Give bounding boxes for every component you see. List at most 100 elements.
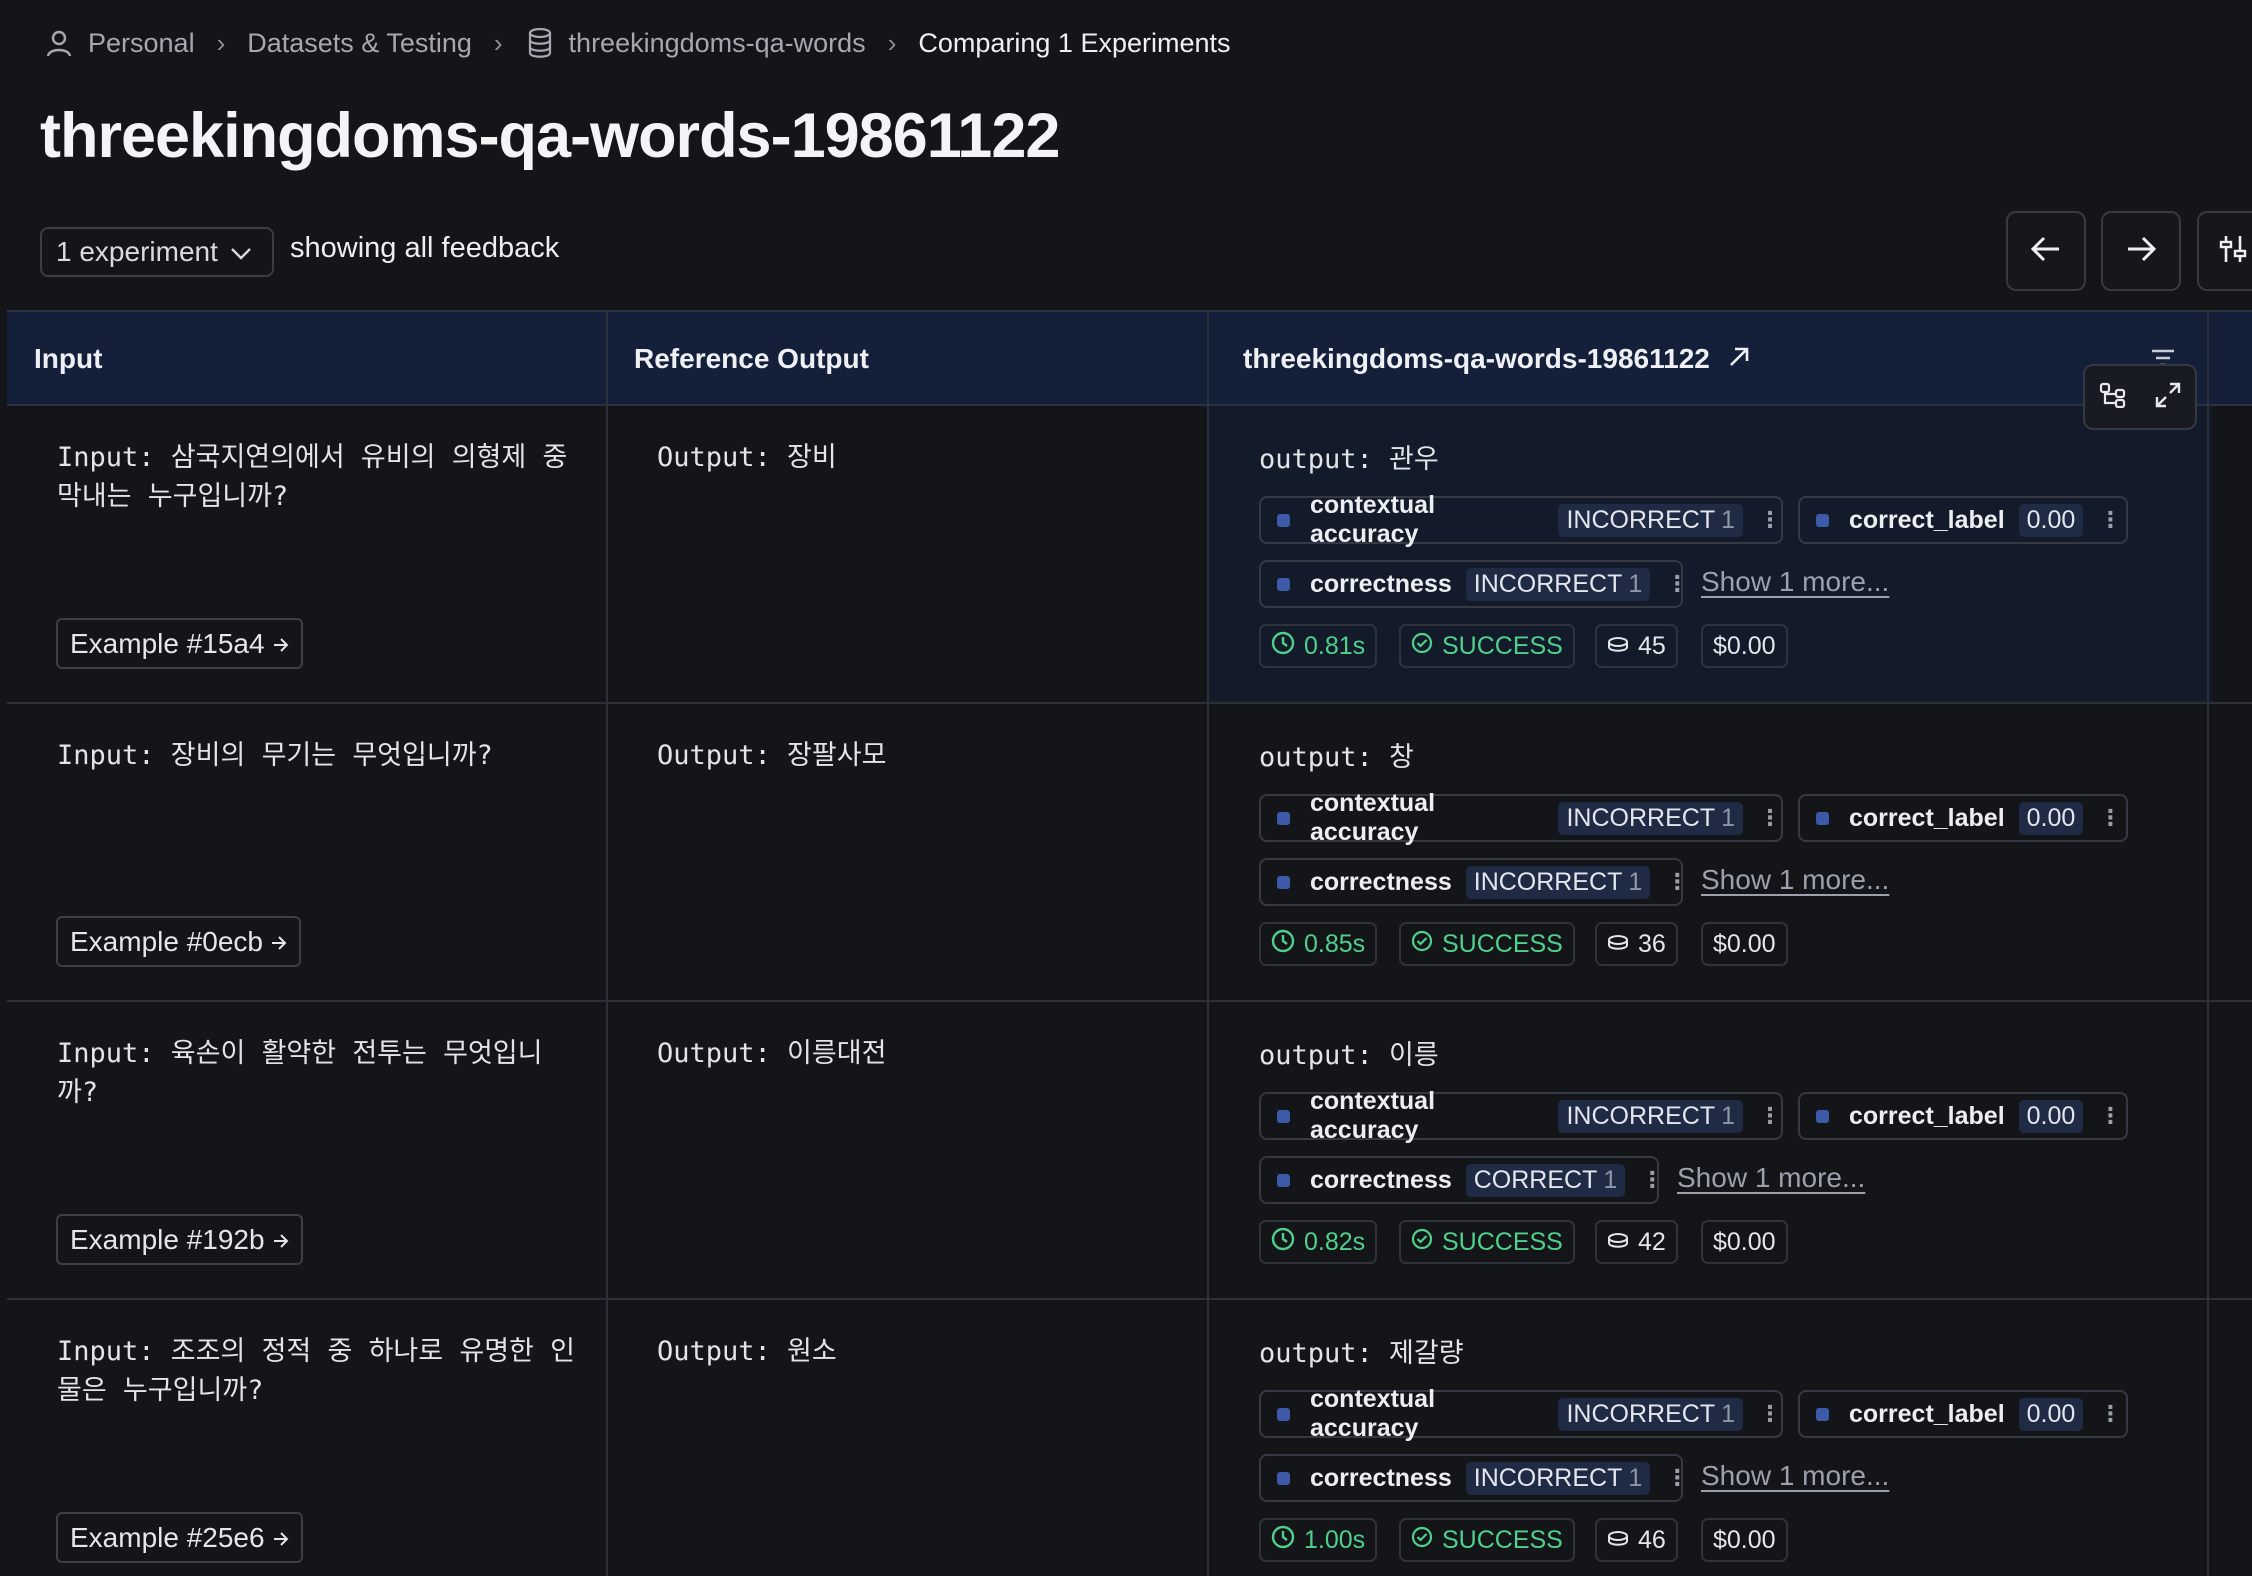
settings-button[interactable] (2197, 211, 2252, 291)
breadcrumb-current: Comparing 1 Experiments (918, 27, 1231, 58)
example-link[interactable]: Example #192b (56, 1214, 303, 1265)
experiment-name: threekingdoms-qa-words-19861122 (1243, 343, 1710, 374)
feedback-value: INCORRECT 1 (1465, 865, 1651, 899)
more-options-icon[interactable]: ⋮ (2099, 1401, 2121, 1427)
feedback-color-marker (1277, 875, 1290, 889)
feedback-count: 1 (1628, 867, 1643, 896)
column-header-reference-output[interactable]: Reference Output (634, 312, 869, 406)
table-row[interactable]: Input: 삼국지연의에서 유비의 의형제 중 막내는 누구입니까? Outp… (7, 406, 2252, 704)
breadcrumb-datasets[interactable]: Datasets & Testing (247, 28, 472, 59)
clock-icon (1271, 929, 1295, 960)
feedback-chip-correct-label[interactable]: correct_label 0.00 ⋮ (1798, 496, 2128, 544)
table-row[interactable]: Input: 육손이 활약한 전투는 무엇입니까? Output: 이릉대전 E… (7, 1002, 2252, 1300)
cost-badge: $0.00 (1701, 1220, 1788, 1264)
feedback-chip-contextual-accuracy[interactable]: contextual accuracy INCORRECT 1 ⋮ (1259, 491, 1783, 548)
more-options-icon[interactable]: ⋮ (1666, 869, 1688, 895)
latency-value: 0.82s (1304, 1227, 1366, 1256)
feedback-chip-correctness[interactable]: correctness INCORRECT 1 ⋮ (1259, 1454, 1688, 1502)
feedback-chip-correctness[interactable]: correctness INCORRECT 1 ⋮ (1259, 560, 1688, 608)
more-options-icon[interactable]: ⋮ (2099, 507, 2121, 533)
feedback-key: correctness (1310, 1165, 1452, 1194)
experiment-output-text: output: 창 (1259, 742, 1414, 773)
feedback-value: INCORRECT 1 (1558, 1397, 1743, 1431)
breadcrumb: Personal › Datasets & Testing › threekin… (44, 22, 1231, 64)
more-options-icon[interactable]: ⋮ (1666, 571, 1688, 597)
feedback-chip-contextual-accuracy[interactable]: contextual accuracy INCORRECT 1 ⋮ (1259, 789, 1783, 846)
experiment-output-cell[interactable]: output: 이릉 contextual accuracy INCORRECT… (1209, 1002, 2212, 1298)
token-count-value: 45 (1638, 631, 1666, 660)
expand-icon[interactable] (2154, 381, 2182, 414)
feedback-count: 1 (1628, 1463, 1643, 1492)
trace-tree-icon[interactable] (2099, 382, 2127, 413)
feedback-color-marker (1277, 1407, 1290, 1421)
latency-badge: 0.81s (1259, 624, 1378, 668)
more-options-icon[interactable]: ⋮ (2099, 1103, 2121, 1129)
breadcrumb-datasets-label: Datasets & Testing (247, 27, 472, 58)
example-link-label: Example #15a4 (70, 627, 265, 659)
reference-output-text: Output: 이릉대전 (657, 1038, 887, 1069)
experiment-select[interactable]: 1 experiment (40, 227, 274, 277)
more-options-icon[interactable]: ⋮ (1666, 1465, 1688, 1491)
feedback-key: contextual accuracy (1310, 1087, 1436, 1144)
row-tools (2083, 364, 2197, 430)
feedback-key: correct_label (1849, 803, 2005, 832)
more-options-icon[interactable]: ⋮ (1759, 1401, 1781, 1427)
feedback-value-label: CORRECT (1473, 1165, 1598, 1194)
column-divider (2207, 310, 2209, 1576)
cost-value: $0.00 (1713, 1525, 1776, 1554)
feedback-color-marker (1277, 1109, 1290, 1123)
feedback-chip-contextual-accuracy[interactable]: contextual accuracy INCORRECT 1 ⋮ (1259, 1385, 1783, 1442)
feedback-chip-correct-label[interactable]: correct_label 0.00 ⋮ (1798, 1092, 2128, 1140)
feedback-chip-correct-label[interactable]: correct_label 0.00 ⋮ (1798, 794, 2128, 842)
show-more-link[interactable]: Show 1 more... (1701, 864, 1889, 896)
show-more-link[interactable]: Show 1 more... (1701, 1460, 1889, 1492)
token-count-badge: 36 (1595, 922, 1678, 966)
breadcrumb-dataset[interactable]: threekingdoms-qa-words (525, 28, 866, 59)
table-row[interactable]: Input: 장비의 무기는 무엇입니까? Output: 장팔사모 Examp… (7, 704, 2252, 1002)
feedback-chip-contextual-accuracy[interactable]: contextual accuracy INCORRECT 1 ⋮ (1259, 1087, 1783, 1144)
feedback-value: 0.00 (2018, 1099, 2084, 1133)
feedback-key: correctness (1310, 1463, 1452, 1492)
feedback-color-marker (1816, 1407, 1829, 1421)
show-more-link[interactable]: Show 1 more... (1677, 1162, 1865, 1194)
more-options-icon[interactable]: ⋮ (1759, 805, 1781, 831)
more-options-icon[interactable]: ⋮ (1759, 507, 1781, 533)
clock-icon (1271, 1525, 1295, 1556)
table-row[interactable]: Input: 조조의 정적 중 하나로 유명한 인물은 누구입니까? Outpu… (7, 1300, 2252, 1576)
token-count-value: 42 (1638, 1227, 1666, 1256)
experiment-output-cell[interactable]: output: 관우 contextual accuracy INCORRECT… (1209, 406, 2212, 702)
experiment-output-cell[interactable]: output: 창 contextual accuracy INCORRECT 1… (1209, 704, 2212, 1000)
external-link-icon[interactable] (1728, 343, 1750, 375)
user-icon (44, 28, 74, 58)
feedback-chip-correctness[interactable]: correctness CORRECT 1 ⋮ (1259, 1156, 1663, 1204)
feedback-color-marker (1277, 577, 1290, 591)
breadcrumb-dataset-label: threekingdoms-qa-words (568, 27, 866, 58)
more-options-icon[interactable]: ⋮ (2099, 805, 2121, 831)
feedback-value: CORRECT 1 (1465, 1163, 1626, 1197)
more-options-icon[interactable]: ⋮ (1641, 1167, 1663, 1193)
previous-button[interactable] (2006, 211, 2086, 291)
breadcrumb-personal-label: Personal (88, 27, 195, 58)
next-button[interactable] (2101, 211, 2181, 291)
breadcrumb-personal[interactable]: Personal (44, 28, 195, 59)
feedback-chip-correct-label[interactable]: correct_label 0.00 ⋮ (1798, 1390, 2128, 1438)
status-badge: SUCCESS (1399, 1220, 1575, 1264)
feedback-key: contextual accuracy (1310, 491, 1436, 548)
feedback-color-marker (1277, 1173, 1290, 1187)
experiment-output-cell[interactable]: output: 제갈량 contextual accuracy INCORREC… (1209, 1300, 2212, 1576)
column-header-experiment[interactable]: threekingdoms-qa-words-19861122 (1243, 312, 1750, 406)
cost-value: $0.00 (1713, 1227, 1776, 1256)
example-link[interactable]: Example #0ecb (56, 916, 302, 967)
chevron-right-icon: › (493, 27, 503, 58)
example-link[interactable]: Example #25e6 (56, 1512, 303, 1563)
column-header-input[interactable]: Input (34, 312, 102, 406)
tokens-icon (1607, 1526, 1629, 1555)
show-more-link[interactable]: Show 1 more... (1701, 566, 1889, 598)
feedback-chip-correctness[interactable]: correctness INCORRECT 1 ⋮ (1259, 858, 1688, 906)
tokens-icon (1607, 930, 1629, 959)
cost-value: $0.00 (1713, 929, 1776, 958)
more-options-icon[interactable]: ⋮ (1759, 1103, 1781, 1129)
tokens-icon (1607, 1228, 1629, 1257)
sliders-icon (2218, 234, 2248, 269)
example-link[interactable]: Example #15a4 (56, 618, 303, 669)
